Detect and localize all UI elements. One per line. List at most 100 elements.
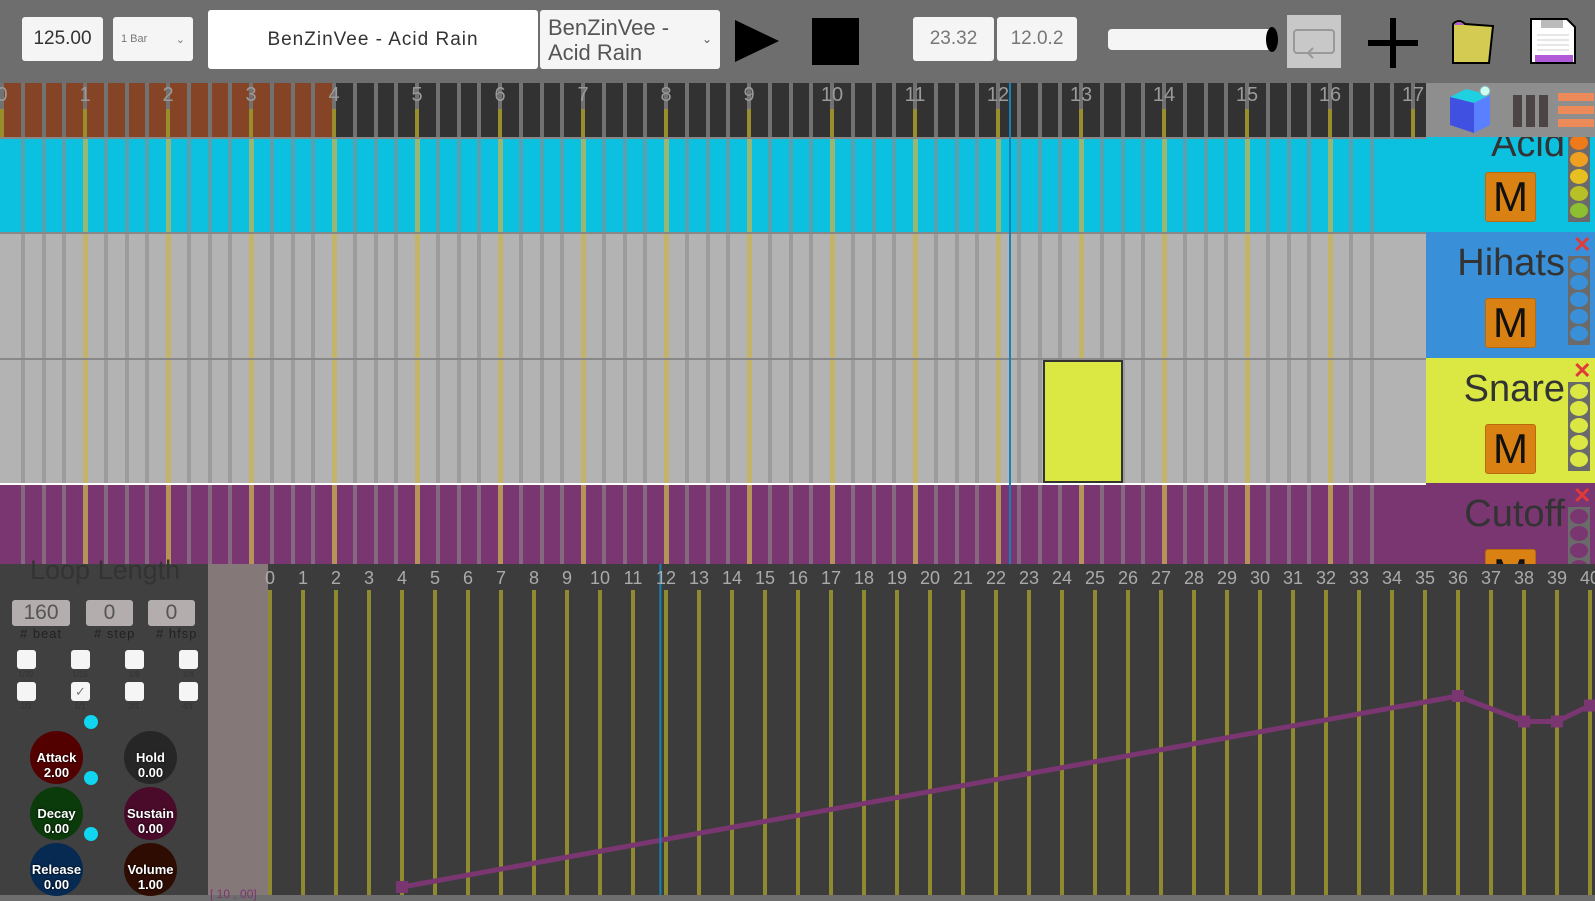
automation-point[interactable]: [1452, 690, 1464, 702]
loop-field-input[interactable]: 0: [148, 600, 195, 626]
division-checkbox[interactable]: [125, 682, 144, 701]
quantize-dropdown[interactable]: 1 Bar ⌄: [113, 17, 193, 61]
grid-line: [394, 485, 399, 564]
step-line: [1159, 590, 1163, 895]
beat-number: 5: [411, 84, 423, 106]
automation-playhead[interactable]: [659, 564, 662, 895]
track-lane-cutoff[interactable]: [0, 483, 1426, 564]
grid-line: [1162, 360, 1167, 483]
time-value: 23.32: [929, 28, 978, 49]
play-icon[interactable]: [733, 18, 781, 64]
automation-point[interactable]: [1518, 715, 1530, 728]
knob-release[interactable]: Release 0.00: [30, 843, 83, 896]
automation-point[interactable]: [1584, 699, 1595, 712]
grid-line: [166, 234, 171, 358]
grid-line: [1348, 360, 1353, 483]
loop-toggle-button[interactable]: [1287, 15, 1341, 68]
bpm-input[interactable]: 125.00: [22, 17, 103, 61]
slider-handle[interactable]: [1266, 27, 1278, 52]
step-number: 19: [886, 568, 908, 588]
division-label: 1/16: [72, 670, 88, 679]
song-title-input[interactable]: BenZinVee - Acid Rain: [208, 10, 538, 69]
clip[interactable]: [1042, 360, 1123, 483]
mute-button[interactable]: M: [1485, 298, 1536, 348]
step-number: 28: [1183, 568, 1205, 588]
knob-decay[interactable]: Decay 0.00: [30, 787, 83, 840]
division-checkbox[interactable]: [179, 682, 198, 701]
knob-hold[interactable]: Hold 0.00: [124, 731, 177, 784]
ruler-tick: [1203, 83, 1208, 137]
grid-line: [913, 234, 918, 358]
grid-line: [560, 234, 565, 358]
timeline-ruler[interactable]: 0 1 2 3 4 5 6 7 8 9 10 11 12 13 14 15 16 17: [0, 83, 1426, 137]
step-number: 3: [363, 568, 375, 588]
track-name: Snare: [1463, 368, 1565, 410]
step-line: [466, 590, 470, 895]
step-line: [1093, 590, 1097, 895]
track-header-snare[interactable]: Snare M ✕: [1426, 358, 1595, 483]
ruler-tick: [62, 83, 67, 137]
open-folder-icon[interactable]: [1449, 18, 1497, 66]
ruler-tick: [290, 83, 295, 137]
stop-icon[interactable]: [812, 18, 859, 65]
ruler-tick: [1286, 83, 1291, 137]
save-floppy-icon[interactable]: [1529, 17, 1577, 65]
song-title-value: BenZinVee - Acid Rain: [267, 28, 479, 50]
knob-volume[interactable]: Volume 1.00: [124, 843, 177, 896]
beat-number: 9: [743, 84, 755, 106]
remove-track-icon[interactable]: ✕: [1573, 360, 1591, 382]
mute-button[interactable]: M: [1485, 172, 1536, 222]
track-header-acid[interactable]: Acid M: [1426, 137, 1595, 232]
song-select-dropdown[interactable]: BenZinVee - Acid Rain ⌄: [540, 10, 720, 69]
knob-sustain[interactable]: Sustain 0.00: [124, 787, 177, 840]
automation-graph[interactable]: [268, 564, 1595, 895]
remove-track-icon[interactable]: ✕: [1573, 234, 1591, 256]
ruler-tick: [186, 83, 191, 137]
mute-button[interactable]: M: [1485, 549, 1536, 564]
loop-field-input[interactable]: 0: [86, 600, 133, 626]
grid-line: [415, 360, 420, 483]
loop-field-input[interactable]: 160: [12, 600, 70, 626]
mute-button[interactable]: M: [1485, 424, 1536, 474]
division-checkbox[interactable]: [17, 650, 36, 669]
track-lane-hihats[interactable]: [0, 232, 1426, 358]
volume-slider[interactable]: [1108, 27, 1278, 52]
level-led: [1570, 526, 1588, 541]
step-number: 25: [1084, 568, 1106, 588]
grid-line: [1286, 139, 1291, 232]
grid-line: [560, 360, 565, 483]
grid-line: [684, 139, 689, 232]
columns-icon[interactable]: [1511, 93, 1551, 129]
remove-track-icon[interactable]: ✕: [1573, 485, 1591, 507]
step-line: [1258, 590, 1262, 895]
grid-line: [913, 485, 918, 564]
division-checkbox[interactable]: [71, 650, 90, 669]
division-checkbox[interactable]: [17, 682, 36, 701]
automation-point[interactable]: [1551, 715, 1563, 728]
step-number: 11: [623, 568, 643, 588]
track-lane-snare[interactable]: [0, 358, 1426, 483]
track-lane-acid[interactable]: [0, 137, 1426, 232]
grid-line: [166, 360, 171, 483]
grid-line: [62, 485, 67, 564]
grid-line: [954, 139, 959, 232]
grid-line: [975, 139, 980, 232]
grid-line: [996, 360, 1001, 483]
grid-line: [622, 139, 627, 232]
menu-icon[interactable]: [1558, 91, 1594, 129]
division-checkbox[interactable]: ✓: [71, 682, 90, 701]
automation-lane[interactable]: 0 1 2 3 4 5 6 7 8 9 10 11 12 13 14 15 16 17 18 19 20 21 22 23 24…: [265, 564, 1595, 895]
level-led: [1570, 435, 1588, 450]
grid-line: [1141, 234, 1146, 358]
add-icon[interactable]: [1366, 16, 1420, 70]
step-line: [301, 590, 305, 895]
track-header-cutoff[interactable]: Cutoff M ✕: [1426, 483, 1595, 564]
playhead[interactable]: [1008, 83, 1011, 564]
automation-point[interactable]: [396, 881, 408, 893]
division-checkbox[interactable]: [125, 650, 144, 669]
track-header-hihats[interactable]: Hihats M ✕: [1426, 232, 1595, 358]
division-checkbox[interactable]: [179, 650, 198, 669]
cube-icon[interactable]: [1446, 85, 1494, 135]
grid-line: [186, 234, 191, 358]
knob-attack[interactable]: Attack 2.00: [30, 731, 83, 784]
